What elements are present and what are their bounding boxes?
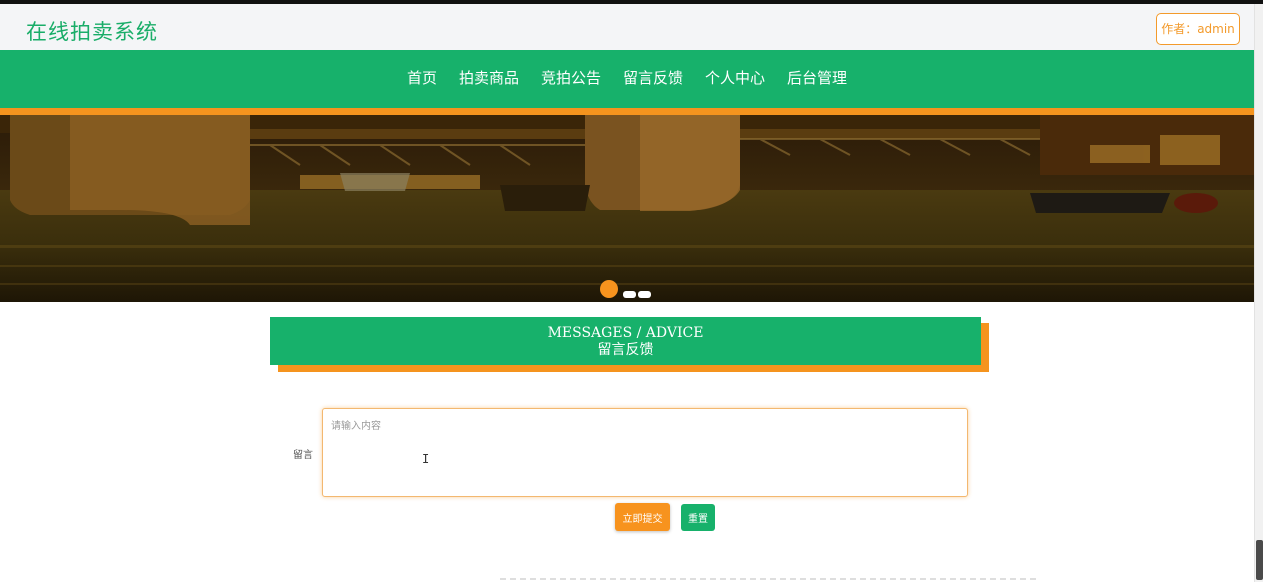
section-header: MESSAGES / ADVICE 留言反馈 [270, 317, 981, 365]
reset-button[interactable]: 重置 [681, 504, 715, 531]
site-title[interactable]: 在线拍卖系统 [26, 16, 158, 46]
nav-item-feedback[interactable]: 留言反馈 [623, 50, 683, 108]
message-textarea[interactable] [322, 408, 968, 497]
banner-carousel[interactable] [0, 115, 1254, 302]
site-header: 在线拍卖系统 作者：admin [0, 4, 1254, 50]
nav-item-admin[interactable]: 后台管理 [787, 50, 847, 108]
carousel-dot-1[interactable] [600, 280, 618, 298]
nav-accent-bar [0, 108, 1254, 115]
author-button[interactable]: 作者：admin [1156, 13, 1240, 45]
nav-item-auction-goods[interactable]: 拍卖商品 [459, 50, 519, 108]
section-title-cn: 留言反馈 [597, 342, 654, 358]
nav-item-bid-announcements[interactable]: 竞拍公告 [541, 50, 601, 108]
section-title-en: MESSAGES / ADVICE [547, 325, 704, 341]
carousel-dot-3[interactable] [638, 291, 651, 298]
message-label: 留言 [293, 450, 313, 461]
page-scrollbar[interactable] [1254, 4, 1263, 582]
main-nav: 首页 拍卖商品 竞拍公告 留言反馈 个人中心 后台管理 [0, 50, 1254, 108]
bridge-photo [0, 115, 1254, 302]
footer-edge [500, 578, 1040, 580]
text-cursor-icon: I [422, 452, 430, 466]
carousel-dot-2[interactable] [623, 291, 636, 298]
scrollbar-thumb[interactable] [1256, 540, 1263, 580]
nav-item-home[interactable]: 首页 [407, 50, 437, 108]
submit-button[interactable]: 立即提交 [615, 503, 670, 531]
nav-item-personal-center[interactable]: 个人中心 [705, 50, 765, 108]
